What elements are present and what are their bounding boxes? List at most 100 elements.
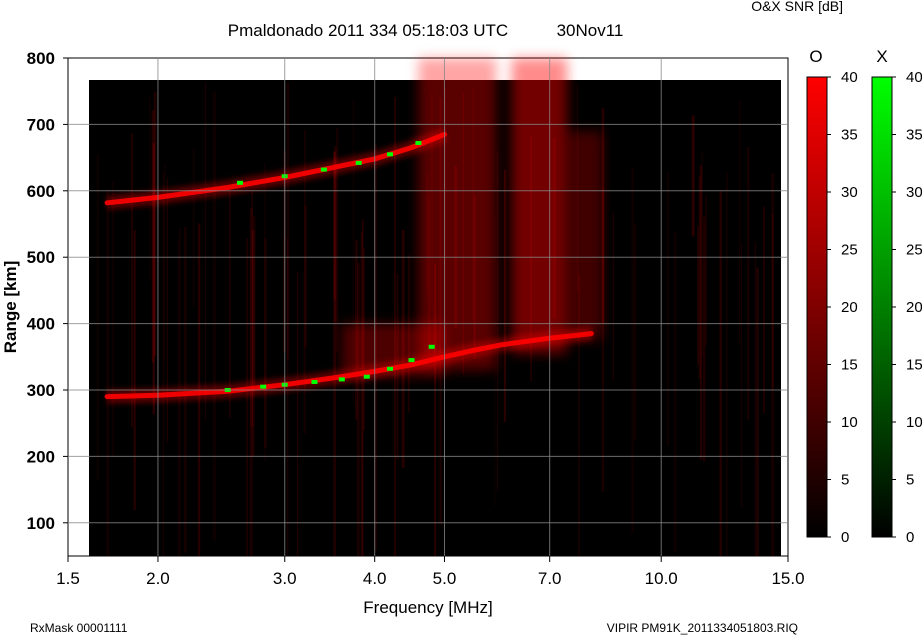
- x-tick-label: 2.0: [146, 569, 170, 588]
- noise-streak: [719, 191, 722, 556]
- colorbar-tick-label: 30: [906, 184, 922, 201]
- noise-streak: [111, 181, 114, 457]
- x-point: [363, 374, 370, 379]
- noise-streak: [631, 167, 634, 534]
- colorbar-tick-label: 15: [906, 357, 922, 374]
- noise-streak: [286, 82, 290, 360]
- noise-streak: [264, 238, 267, 448]
- x-point: [311, 380, 318, 384]
- x-tick-label: 3.0: [273, 569, 297, 588]
- noise-streak: [726, 172, 729, 556]
- colorbar-tick-label: 30: [841, 184, 858, 201]
- colorbar-tick-label: 20: [906, 299, 922, 316]
- colorbar-tick-label: 5: [841, 472, 849, 489]
- rxmask-label: RxMask 00001111: [30, 621, 128, 635]
- chart-title: Pmaldonado 2011 334 05:18:03 UTC: [228, 21, 508, 40]
- y-tick-label: 800: [27, 49, 55, 68]
- y-axis: 100 200 300 400 500 600 700 800: [27, 49, 68, 533]
- spread-echo-7mhz: [511, 58, 568, 354]
- noise-streak: [204, 82, 207, 421]
- colorbar-o-gradient: [806, 76, 828, 538]
- noise-streak: [763, 206, 765, 414]
- noise-streak: [697, 226, 699, 365]
- x-tick-label: 10.0: [645, 569, 678, 588]
- noise-streak: [754, 241, 757, 556]
- colorbar-o: O 0 5 10 15 20 25 30 35 40: [806, 47, 858, 546]
- colorbar-tick-label: 20: [841, 299, 858, 316]
- x-point: [428, 344, 435, 349]
- chart-date: 30Nov11: [557, 21, 624, 40]
- colorbar-x-title: X: [876, 47, 887, 66]
- y-tick-label: 200: [27, 447, 55, 466]
- noise-streak: [333, 151, 336, 556]
- noise-streak: [739, 99, 741, 344]
- colorbar-tick-label: 10: [906, 414, 922, 431]
- file-label: VIPIR PM91K_2011334051803.RIQ: [607, 621, 798, 635]
- x-axis-label: Frequency [MHz]: [363, 598, 492, 617]
- colorbar-tick-label: 0: [906, 529, 914, 546]
- y-tick-label: 500: [27, 248, 55, 267]
- noise-streak: [667, 172, 669, 446]
- noise-streak: [166, 177, 168, 443]
- colorbar-x-gradient: [871, 76, 893, 538]
- colorbar-tick-label: 35: [906, 127, 922, 144]
- colorbar-tick-label: 35: [841, 127, 858, 144]
- noise-streak: [152, 143, 155, 415]
- noise-streak: [496, 151, 499, 492]
- x-point: [320, 167, 327, 172]
- x-tick-label: 15.0: [771, 569, 804, 588]
- noise-streak: [246, 238, 248, 556]
- noise-streak: [701, 150, 703, 358]
- colorbar-tick-label: 15: [841, 357, 858, 374]
- x-point: [387, 152, 393, 157]
- noise-streak: [634, 223, 637, 441]
- noise-streak: [747, 147, 750, 421]
- noise-streak: [304, 205, 307, 348]
- noise-streak: [360, 232, 363, 556]
- x-tick-label: 7.0: [538, 569, 562, 588]
- x-point: [387, 366, 393, 371]
- colorbar-caption: O&X SNR [dB]: [751, 0, 843, 14]
- noise-streak: [674, 232, 677, 552]
- x-point: [338, 377, 345, 382]
- noise-streak: [130, 133, 133, 428]
- y-tick-label: 400: [27, 315, 55, 334]
- colorbar-tick-label: 10: [841, 414, 858, 431]
- x-point: [408, 358, 415, 363]
- noise-streak: [691, 115, 695, 237]
- colorbar-tick-label: 25: [906, 242, 922, 259]
- y-tick-label: 300: [27, 381, 55, 400]
- x-axis: 1.5 2.0 3.0 4.0 5.0 7.0 10.0 15.0: [56, 556, 805, 588]
- y-tick-label: 700: [27, 115, 55, 134]
- noise-streak: [705, 195, 707, 346]
- noise-streak: [296, 271, 299, 556]
- noise-streak: [740, 242, 743, 507]
- y-tick-label: 100: [27, 514, 55, 533]
- x-point: [355, 160, 362, 165]
- colorbar-x: X 0 5 10 15 20 25 30 35 40: [871, 47, 922, 546]
- spread-echo-8mhz: [567, 131, 603, 341]
- y-axis-label: Range [km]: [1, 261, 20, 354]
- colorbar-tick-label: 0: [841, 529, 849, 546]
- noise-streak: [229, 187, 231, 418]
- x-point: [260, 384, 267, 389]
- colorbar-tick-label: 25: [841, 242, 858, 259]
- noise-streak: [612, 212, 614, 381]
- colorbar-tick-label: 40: [841, 69, 858, 86]
- colorbar-tick-label: 40: [906, 69, 922, 86]
- ionogram-chart: 1.5 2.0 3.0 4.0 5.0 7.0 10.0 15.0 1002003004005…: [1, 0, 922, 635]
- y-tick-label: 600: [27, 182, 55, 201]
- noise-streak: [162, 172, 164, 556]
- x-tick-label: 5.0: [433, 569, 457, 588]
- noise-streak: [503, 169, 506, 422]
- x-point: [415, 141, 422, 145]
- noise-streak: [771, 213, 774, 388]
- noise-streak: [703, 216, 706, 462]
- colorbar-tick-label: 5: [906, 472, 914, 489]
- noise-streak: [212, 92, 216, 541]
- noise-streak: [106, 189, 110, 556]
- noise-streak: [192, 147, 195, 308]
- noise-streak: [756, 267, 759, 556]
- x-point: [237, 180, 243, 185]
- x-tick-label: 1.5: [56, 569, 80, 588]
